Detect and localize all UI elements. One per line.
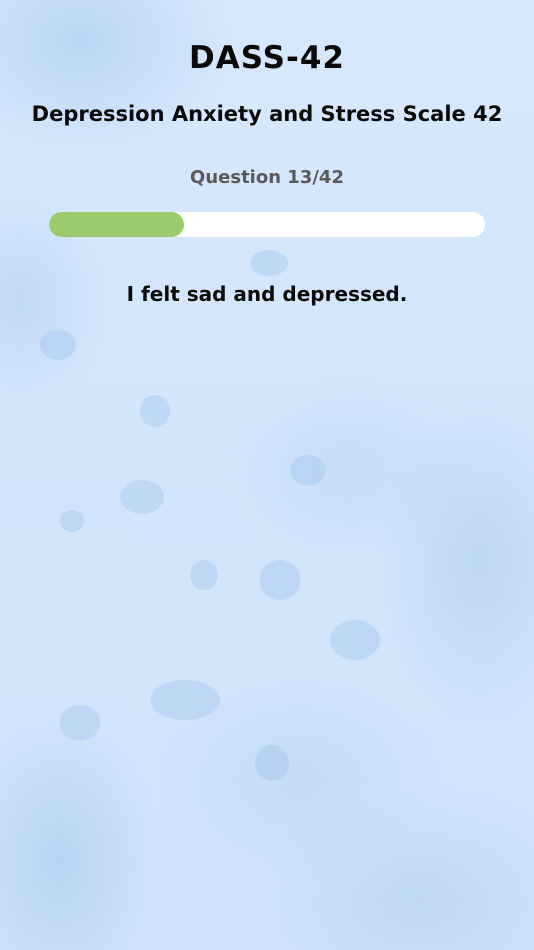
question-text: I felt sad and depressed. [126, 282, 408, 306]
page-title: DASS-42 [189, 40, 345, 76]
watercolor-background [0, 0, 534, 950]
background-spot [60, 510, 84, 532]
background-spot [330, 620, 380, 660]
background-spot [140, 395, 170, 427]
question-counter: Question 13/42 [190, 167, 344, 188]
background-spot [290, 455, 326, 485]
progress-bar [49, 212, 485, 237]
background-spot [40, 330, 76, 360]
background-spot [250, 250, 288, 276]
background-spot [150, 680, 220, 720]
progress-bar-fill [49, 212, 184, 237]
background-spot [255, 745, 289, 781]
background-spot [60, 705, 100, 741]
page-subtitle: Depression Anxiety and Stress Scale 42 [31, 102, 503, 126]
background-spot [260, 560, 300, 600]
background-spot [120, 480, 164, 514]
background-spot [190, 560, 218, 590]
